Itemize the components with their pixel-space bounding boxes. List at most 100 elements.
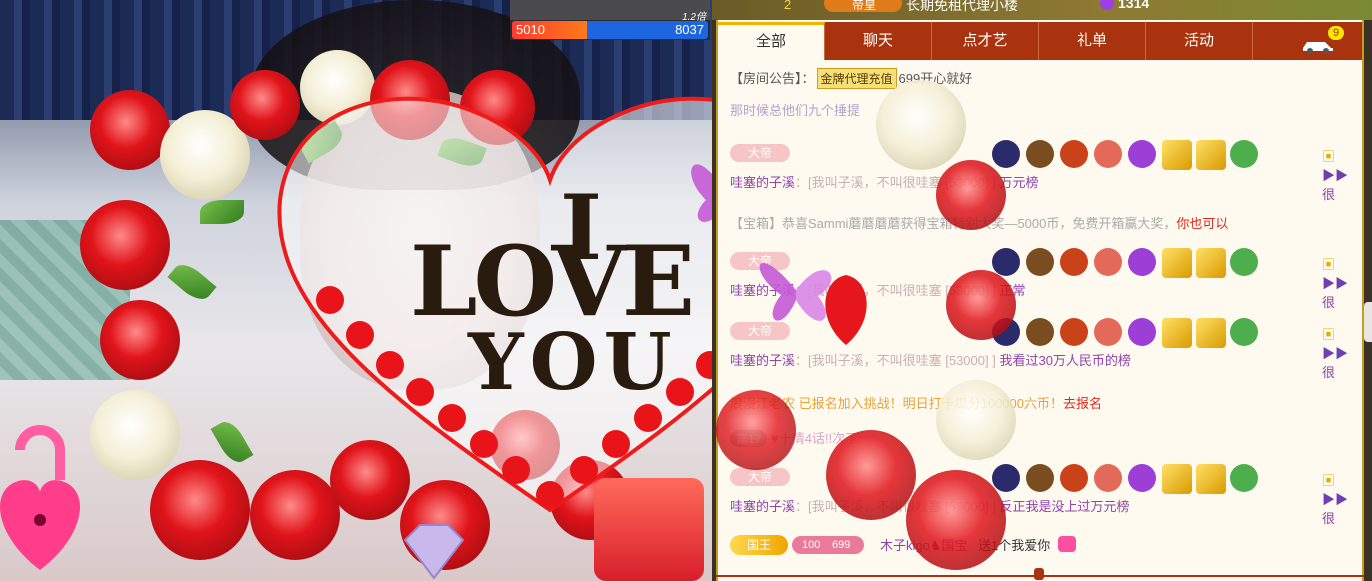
user-level-badge: 大帝 xyxy=(730,144,790,162)
vip-label: 帝皇 xyxy=(852,0,877,12)
top-user-name[interactable]: 长期免租代理小楼 xyxy=(906,0,1018,15)
star-medal-icon xyxy=(1026,318,1054,346)
tab-car[interactable]: 9 xyxy=(1253,22,1362,60)
leaf-icon xyxy=(200,200,244,224)
fan-level-badge: 富17 xyxy=(730,430,768,447)
love-you-text: YOU xyxy=(468,317,678,408)
gem-icon xyxy=(1100,0,1114,10)
live-video[interactable]: I LOVE YOU xyxy=(0,0,712,581)
chat-text: 正常 xyxy=(999,283,1026,298)
chat-text: 万元榜 xyxy=(999,175,1039,190)
tab-chat[interactable]: 聊天 xyxy=(825,22,932,60)
more-text: 很 xyxy=(1322,511,1336,526)
chat-panel: 全部 聊天 点才艺 礼单 活动 9 【房间公告】： 金牌代理充值 699开心就好 那… xyxy=(716,20,1364,581)
tab-all[interactable]: 全部 xyxy=(718,22,825,60)
gift-message: 国王 100 699 木子kigo♞国宝 送1个我爱你 xyxy=(730,533,1360,557)
collapse-panel-tab[interactable] xyxy=(1364,302,1372,342)
heart-medal-icon xyxy=(1094,464,1122,492)
car-count-badge: 9 xyxy=(1328,26,1344,40)
more-text: 很 xyxy=(1322,365,1336,380)
chat-tabs: 全部 聊天 点才艺 礼单 活动 9 xyxy=(718,22,1362,60)
user-level-badge: 大帝 xyxy=(730,468,790,486)
user-level-badge: 大帝 xyxy=(730,252,790,270)
compass-medal-icon xyxy=(992,464,1020,492)
sender-name[interactable]: 哇塞的子溪 xyxy=(730,353,795,368)
partial-chat-text: 那时候总他们九个捶提 xyxy=(730,103,861,118)
heart-medal-icon xyxy=(1094,140,1122,168)
sender-sign: ：[我叫子溪，不叫很哇塞 [53000] ] xyxy=(795,283,996,298)
heart-medal-icon xyxy=(1094,248,1122,276)
user-level-badge: 大帝 xyxy=(730,322,790,340)
chat-sub-line: 哇塞的子溪：[我叫子溪，不叫很哇塞 [53000] ] 正常 xyxy=(730,280,1025,300)
treasure-notice: 【宝箱】恭喜Sammi蘑蘑蘑蘑获得宝箱特别大奖—5000币，免费开箱赢大奖，你也… xyxy=(730,213,1228,232)
green-medal-icon xyxy=(1230,318,1258,346)
purple-heart-medal-icon xyxy=(1128,464,1156,492)
red-rose-icon xyxy=(150,460,250,560)
vip-badge: 帝皇 xyxy=(824,0,902,12)
pk-progress: 5010 8037 xyxy=(512,21,708,39)
purple-heart-medal-icon xyxy=(1128,140,1156,168)
star-medal-icon xyxy=(1026,464,1054,492)
sender-name-text: 木子kigo xyxy=(880,538,930,553)
chat-text: 我看过30万人民币的榜 xyxy=(999,353,1131,368)
mask-icon: ♞ xyxy=(929,538,942,553)
tab-talent[interactable]: 点才艺 xyxy=(932,22,1039,60)
resize-handle[interactable] xyxy=(1034,568,1044,580)
sender-name[interactable]: 木子kigo♞国宝 xyxy=(880,535,968,554)
more-link[interactable]: ▣ ▶▶很 xyxy=(1322,146,1360,203)
sender-sign: ：[我叫子溪，不叫很哇塞 [53000] ] xyxy=(795,353,996,368)
pk-bar: 1.2倍 5010 8037 xyxy=(510,0,710,40)
star-medal-icon xyxy=(1026,140,1054,168)
crown-medal-icon xyxy=(1060,318,1088,346)
green-medal-icon xyxy=(1230,140,1258,168)
chat-text: 反正我是没上过万元榜 xyxy=(999,499,1130,514)
white-rose-icon xyxy=(90,390,180,480)
level-badge: 100 699 xyxy=(792,536,864,554)
leaf-icon xyxy=(167,258,217,306)
heart-lock-icon xyxy=(0,425,80,570)
top-strip: 2 帝皇 长期免租代理小楼 1314 xyxy=(712,0,1372,20)
pk-opponent-thumb[interactable]: 1.2倍 xyxy=(510,0,710,23)
sender-name[interactable]: 哇塞的子溪 xyxy=(730,499,795,514)
challenge-link[interactable]: 去报名 xyxy=(1063,396,1102,411)
level-b: 699 xyxy=(832,539,851,551)
red-rose-icon xyxy=(80,200,170,290)
king-badge: 国王 xyxy=(730,535,788,555)
gold-pen-icon xyxy=(1196,464,1226,494)
challenge-text: 浪漫江老农 已报名加入挑战！明日打卡瓜分100000六币！ xyxy=(730,396,1063,411)
more-link[interactable]: ▣ ▶▶很 xyxy=(1322,254,1360,311)
i-love-you-effect: I LOVE YOU xyxy=(410,175,712,425)
sender-name[interactable]: 哇塞的子溪 xyxy=(730,175,795,190)
top-number: 1314 xyxy=(1118,0,1150,11)
tab-gift-list[interactable]: 礼单 xyxy=(1039,22,1146,60)
treasure-text: 【宝箱】恭喜Sammi蘑蘑蘑蘑获得宝箱特别大奖—5000币，免费开箱赢大奖， xyxy=(730,216,1177,231)
gift-button[interactable] xyxy=(594,478,704,581)
compass-medal-icon xyxy=(992,318,1020,346)
green-medal-icon xyxy=(1230,464,1258,492)
star-medal-icon xyxy=(1026,248,1054,276)
crown-medal-icon xyxy=(1060,464,1088,492)
red-rose-icon xyxy=(100,300,180,380)
top-count: 2 xyxy=(784,0,792,12)
notice-prefix: 【房间公告】： xyxy=(730,71,815,86)
treasure-link[interactable]: 你也可以 xyxy=(1176,216,1228,231)
green-medal-icon xyxy=(1230,248,1258,276)
room-notice: 【房间公告】： 金牌代理充值 699开心就好 xyxy=(730,68,972,89)
level-a: 100 xyxy=(802,539,821,551)
chat-sub-line: 哇塞的子溪：[我叫子溪，不叫很哇塞 [53000] ] 我看过30万人民币的榜 xyxy=(730,350,1131,370)
compass-medal-icon xyxy=(992,140,1020,168)
fan-message: ♥十情4话!!次了 xyxy=(770,431,859,446)
gift-love-icon xyxy=(1058,536,1076,552)
heart-medal-icon xyxy=(1094,318,1122,346)
crown-medal-icon xyxy=(1060,248,1088,276)
tab-activity[interactable]: 活动 xyxy=(1146,22,1253,60)
purple-heart-medal-icon xyxy=(1128,318,1156,346)
more-link[interactable]: ▣ ▶▶很 xyxy=(1322,324,1360,381)
agent-tag[interactable]: 金牌代理充值 xyxy=(816,68,897,89)
challenge-notice: 浪漫江老农 已报名加入挑战！明日打卡瓜分100000六币！去报名 xyxy=(730,393,1102,412)
leaf-icon xyxy=(210,416,254,468)
gold-hand-icon xyxy=(1162,140,1192,170)
more-link[interactable]: ▣ ▶▶很 xyxy=(1322,470,1360,527)
pk-right-score: 8037 xyxy=(675,22,704,37)
sender-name[interactable]: 哇塞的子溪 xyxy=(730,283,795,298)
